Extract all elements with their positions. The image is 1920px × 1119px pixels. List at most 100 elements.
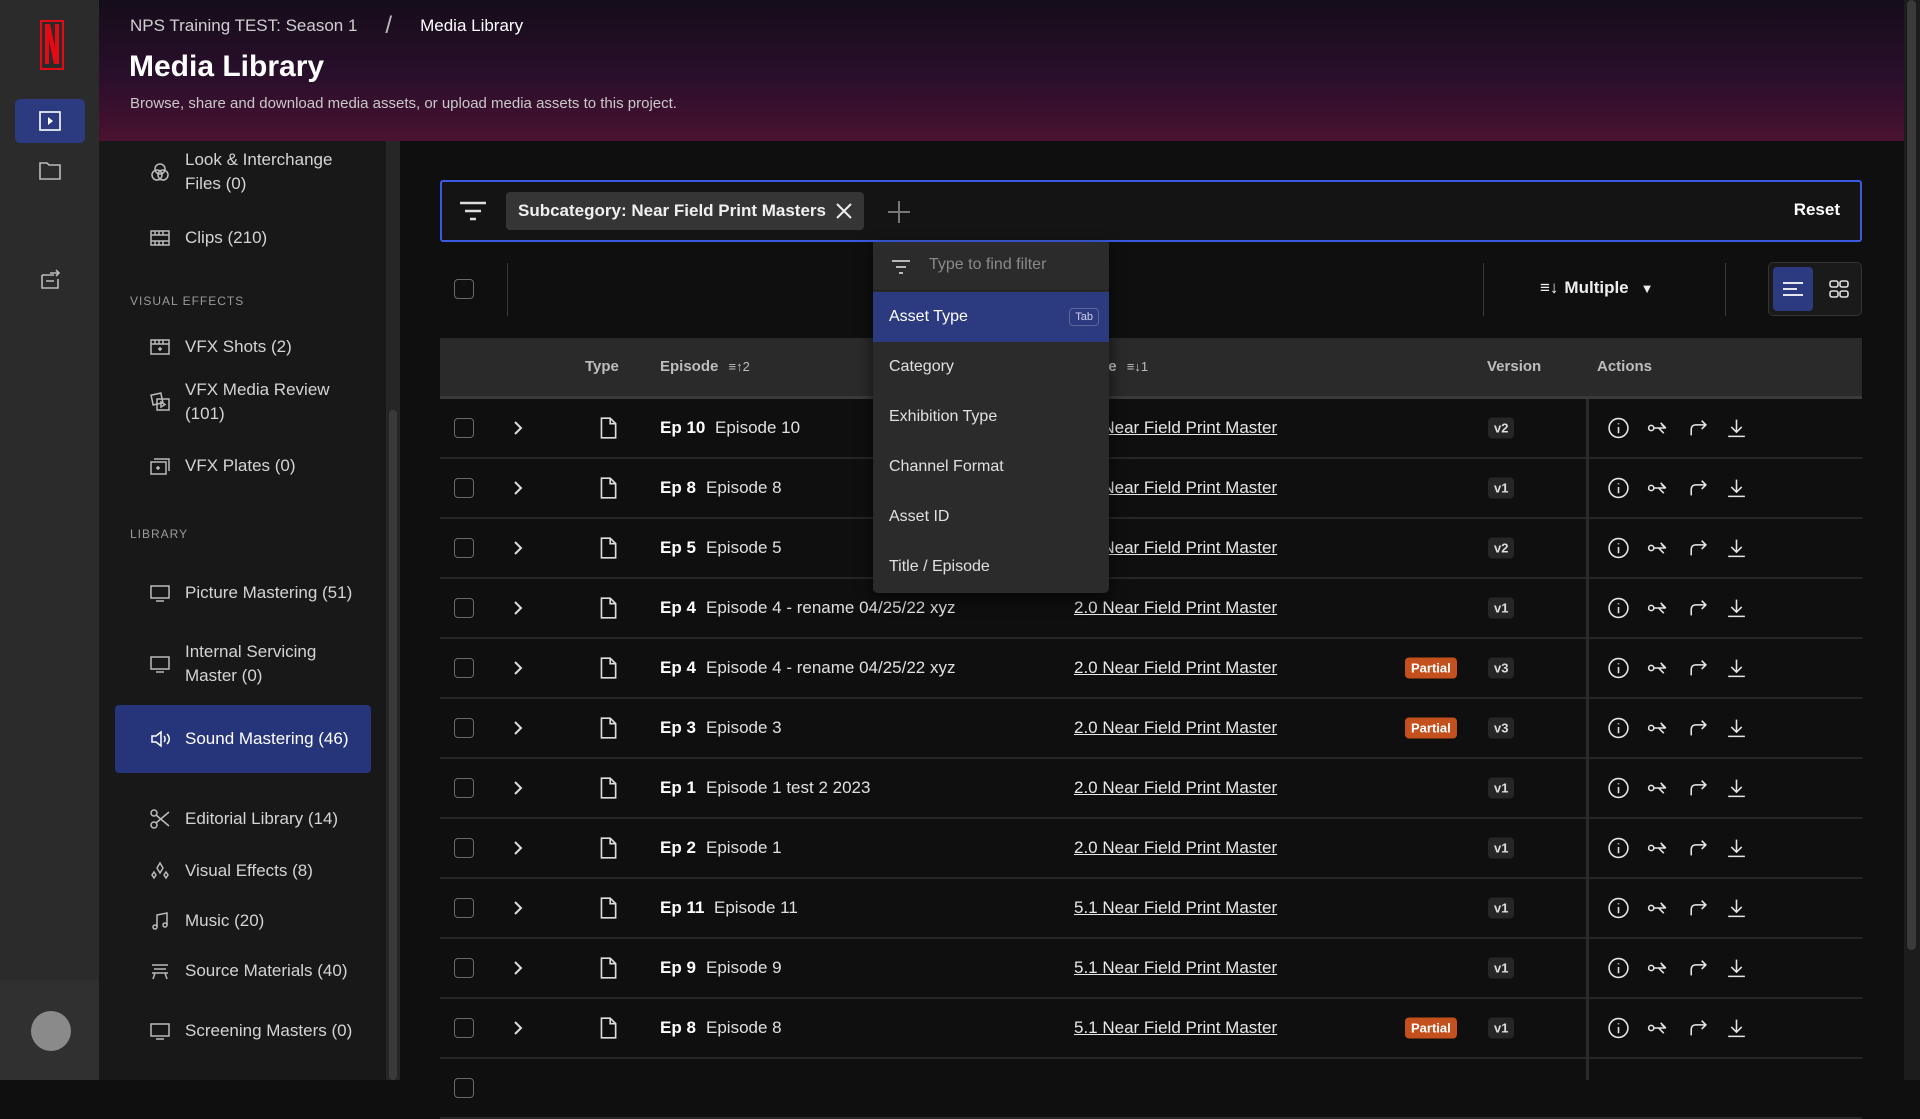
- download-icon[interactable]: [1725, 897, 1748, 920]
- chevron-right-icon[interactable]: [507, 537, 529, 559]
- download-icon[interactable]: [1725, 1017, 1748, 1040]
- filter-chip[interactable]: Subcategory: Near Field Print Masters: [506, 192, 864, 230]
- sort-dropdown[interactable]: ≡↓ Multiple ▼: [1540, 278, 1654, 298]
- media-library-icon[interactable]: [15, 99, 85, 143]
- info-icon[interactable]: [1607, 777, 1630, 800]
- asset-title-link[interactable]: 5.1 Near Field Print Master: [1074, 898, 1277, 918]
- info-icon[interactable]: [1607, 417, 1630, 440]
- forward-icon[interactable]: [1686, 897, 1709, 920]
- filter-bar[interactable]: Subcategory: Near Field Print Masters Re…: [440, 180, 1862, 242]
- share-icon[interactable]: [1646, 477, 1669, 500]
- row-checkbox[interactable]: [454, 1078, 474, 1098]
- chevron-right-icon[interactable]: [507, 957, 529, 979]
- forward-icon[interactable]: [1686, 597, 1709, 620]
- table-row[interactable]: [440, 1059, 1862, 1119]
- avatar[interactable]: [31, 1011, 71, 1051]
- chevron-right-icon[interactable]: [507, 1017, 529, 1039]
- row-checkbox[interactable]: [454, 778, 474, 798]
- chevron-right-icon[interactable]: [507, 837, 529, 859]
- download-icon[interactable]: [1725, 777, 1748, 800]
- reset-button[interactable]: Reset: [1794, 200, 1840, 220]
- filter-icon[interactable]: [458, 198, 488, 224]
- download-icon[interactable]: [1725, 597, 1748, 620]
- row-checkbox[interactable]: [454, 418, 474, 438]
- share-icon[interactable]: [1646, 537, 1669, 560]
- sidebar-item-vfx-media-review[interactable]: VFX Media Review (101): [115, 368, 371, 436]
- download-icon[interactable]: [1725, 657, 1748, 680]
- asset-title-link[interactable]: 5.1 Near Field Print Master: [1074, 958, 1277, 978]
- info-icon[interactable]: [1607, 537, 1630, 560]
- info-icon[interactable]: [1607, 597, 1630, 620]
- chevron-right-icon[interactable]: [507, 777, 529, 799]
- breadcrumb-project[interactable]: NPS Training TEST: Season 1: [130, 16, 357, 36]
- table-row[interactable]: Ep 1 Episode 1 test 2 2023 2.0 Near Field …: [440, 759, 1862, 819]
- table-row[interactable]: Ep 8 Episode 8 2.0 Near Field Print Master…: [440, 459, 1862, 519]
- info-icon[interactable]: [1607, 477, 1630, 500]
- sidebar-item-screening-masters[interactable]: Screening Masters (0): [115, 997, 371, 1065]
- column-version[interactable]: Version: [1487, 358, 1541, 375]
- row-checkbox[interactable]: [454, 718, 474, 738]
- forward-icon[interactable]: [1686, 657, 1709, 680]
- table-row[interactable]: Ep 10 Episode 10 2.0 Near Field Print Mast…: [440, 399, 1862, 459]
- sidebar-scrollbar-thumb[interactable]: [389, 410, 397, 1080]
- download-icon[interactable]: [1725, 717, 1748, 740]
- share-icon[interactable]: [1646, 1017, 1669, 1040]
- table-row[interactable]: Ep 4 Episode 4 - rename 04/25/22 xyz 2.0 N…: [440, 579, 1862, 639]
- table-row[interactable]: Ep 2 Episode 1 2.0 Near Field Print Master…: [440, 819, 1862, 879]
- row-checkbox[interactable]: [454, 898, 474, 918]
- forward-icon[interactable]: [1686, 777, 1709, 800]
- forward-icon[interactable]: [1686, 537, 1709, 560]
- download-icon[interactable]: [1725, 957, 1748, 980]
- chevron-right-icon[interactable]: [507, 477, 529, 499]
- forward-icon[interactable]: [1686, 837, 1709, 860]
- list-view-button[interactable]: [1773, 267, 1813, 311]
- row-checkbox[interactable]: [454, 478, 474, 498]
- column-type[interactable]: Type: [585, 358, 619, 375]
- share-icon[interactable]: [1646, 657, 1669, 680]
- grid-view-button[interactable]: [1819, 267, 1859, 311]
- filter-option-asset-id[interactable]: Asset ID: [873, 492, 1109, 542]
- row-checkbox[interactable]: [454, 838, 474, 858]
- forward-icon[interactable]: [1686, 1017, 1709, 1040]
- share-icon[interactable]: [1646, 837, 1669, 860]
- info-icon[interactable]: [1607, 657, 1630, 680]
- netflix-logo[interactable]: [40, 20, 64, 72]
- table-row[interactable]: Ep 9 Episode 9 5.1 Near Field Print Master…: [440, 939, 1862, 999]
- asset-title-link[interactable]: 2.0 Near Field Print Master: [1074, 838, 1277, 858]
- filter-search-input[interactable]: [929, 256, 1099, 274]
- chevron-right-icon[interactable]: [507, 597, 529, 619]
- row-checkbox[interactable]: [454, 1018, 474, 1038]
- share-icon[interactable]: [1646, 777, 1669, 800]
- folder-icon[interactable]: [15, 148, 85, 192]
- sidebar-item-source-materials[interactable]: Source Materials (40): [115, 937, 371, 1005]
- sidebar-item-sound-mastering[interactable]: Sound Mastering (46): [115, 705, 371, 773]
- row-checkbox[interactable]: [454, 958, 474, 978]
- asset-title-link[interactable]: 5.1 Near Field Print Master: [1074, 1018, 1277, 1038]
- row-checkbox[interactable]: [454, 598, 474, 618]
- asset-title-link[interactable]: 2.0 Near Field Print Master: [1074, 778, 1277, 798]
- sidebar-item-look-interchange-files[interactable]: Look & Interchange Files (0): [115, 141, 371, 206]
- filter-option-channel-format[interactable]: Channel Format: [873, 442, 1109, 492]
- download-icon[interactable]: [1725, 417, 1748, 440]
- filter-option-exhibition-type[interactable]: Exhibition Type: [873, 392, 1109, 442]
- table-row[interactable]: Ep 3 Episode 3 2.0 Near Field Print Master…: [440, 699, 1862, 759]
- forward-icon[interactable]: [1686, 417, 1709, 440]
- share-icon[interactable]: [1646, 957, 1669, 980]
- table-row[interactable]: Ep 11 Episode 11 5.1 Near Field Print Mast…: [440, 879, 1862, 939]
- sidebar-item-vfx-plates[interactable]: VFX Plates (0): [115, 432, 371, 500]
- column-episode[interactable]: Episode ≡↑2: [660, 358, 750, 375]
- chevron-right-icon[interactable]: [507, 417, 529, 439]
- row-checkbox[interactable]: [454, 658, 474, 678]
- chevron-right-icon[interactable]: [507, 657, 529, 679]
- download-icon[interactable]: [1725, 837, 1748, 860]
- forward-icon[interactable]: [1686, 957, 1709, 980]
- share-icon[interactable]: [1646, 597, 1669, 620]
- sidebar-item-internal-servicing-master[interactable]: Internal Servicing Master (0): [115, 630, 371, 698]
- asset-title-link[interactable]: 2.0 Near Field Print Master: [1074, 718, 1277, 738]
- sidebar-item-picture-mastering[interactable]: Picture Mastering (51): [115, 559, 371, 627]
- chevron-right-icon[interactable]: [507, 717, 529, 739]
- forward-icon[interactable]: [1686, 477, 1709, 500]
- info-icon[interactable]: [1607, 897, 1630, 920]
- table-row[interactable]: Ep 5 Episode 5 2.0 Near Field Print Master…: [440, 519, 1862, 579]
- filter-option-asset-type[interactable]: Asset Type Tab: [873, 292, 1109, 342]
